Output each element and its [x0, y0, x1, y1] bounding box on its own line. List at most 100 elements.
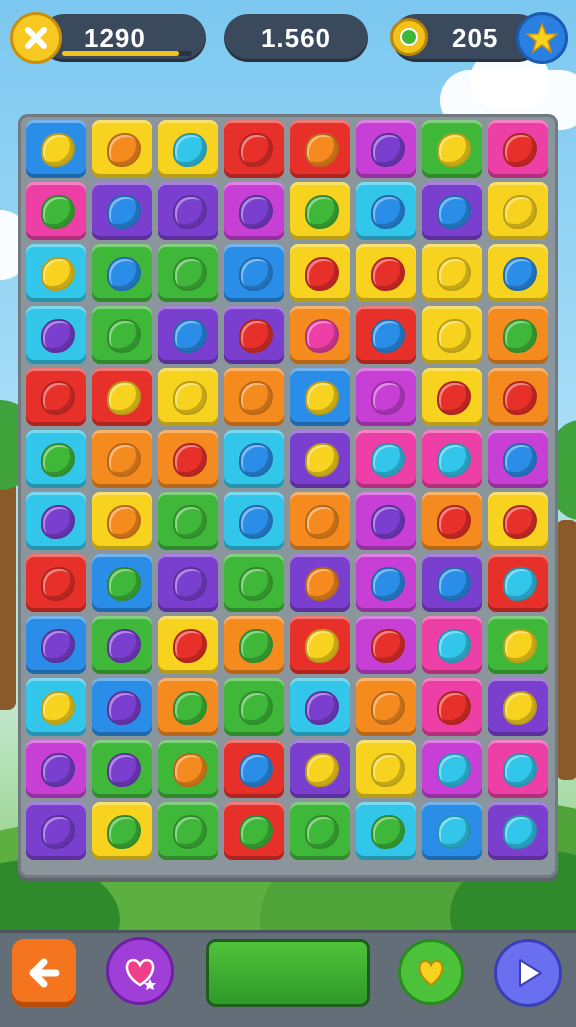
board-tile[interactable] — [422, 492, 482, 550]
star-button[interactable] — [516, 12, 568, 64]
board-tile[interactable] — [224, 182, 284, 240]
board-tile[interactable] — [290, 802, 350, 860]
board-tile[interactable] — [92, 430, 152, 488]
board-tile[interactable] — [26, 368, 86, 426]
board-tile[interactable] — [422, 182, 482, 240]
board-tile[interactable] — [92, 492, 152, 550]
board-tile[interactable] — [224, 616, 284, 674]
board-tile[interactable] — [26, 492, 86, 550]
board-tile[interactable] — [356, 740, 416, 798]
board-tile[interactable] — [92, 368, 152, 426]
board-tile[interactable] — [422, 740, 482, 798]
back-button[interactable] — [12, 939, 76, 1007]
board-tile[interactable] — [158, 306, 218, 364]
board-tile[interactable] — [26, 616, 86, 674]
board-tile[interactable] — [290, 492, 350, 550]
board-tile[interactable] — [290, 368, 350, 426]
board-tile[interactable] — [488, 120, 548, 178]
board-tile[interactable] — [26, 554, 86, 612]
board-tile[interactable] — [92, 678, 152, 736]
board-tile[interactable] — [356, 430, 416, 488]
board-tile[interactable] — [290, 182, 350, 240]
board-tile[interactable] — [158, 616, 218, 674]
board-tile[interactable] — [92, 120, 152, 178]
board-tile[interactable] — [92, 182, 152, 240]
board-tile[interactable] — [158, 182, 218, 240]
board-tile[interactable] — [92, 616, 152, 674]
board-tile[interactable] — [290, 678, 350, 736]
board-tile[interactable] — [422, 678, 482, 736]
board-tile[interactable] — [92, 802, 152, 860]
board-tile[interactable] — [488, 244, 548, 302]
board-tile[interactable] — [488, 554, 548, 612]
board-tile[interactable] — [26, 430, 86, 488]
board-tile[interactable] — [422, 802, 482, 860]
board-tile[interactable] — [290, 616, 350, 674]
board-tile[interactable] — [224, 244, 284, 302]
board-tile[interactable] — [158, 740, 218, 798]
board-tile[interactable] — [224, 430, 284, 488]
board-tile[interactable] — [224, 678, 284, 736]
heart-button[interactable] — [398, 939, 464, 1005]
board-tile[interactable] — [422, 244, 482, 302]
board-tile[interactable] — [92, 740, 152, 798]
board-tile[interactable] — [158, 492, 218, 550]
board-tile[interactable] — [158, 554, 218, 612]
board-tile[interactable] — [488, 430, 548, 488]
booster-button[interactable] — [106, 937, 174, 1005]
board-tile[interactable] — [422, 554, 482, 612]
play-button[interactable] — [494, 939, 562, 1007]
board-tile[interactable] — [290, 120, 350, 178]
board-tile[interactable] — [290, 554, 350, 612]
board-tile[interactable] — [488, 616, 548, 674]
board-tile[interactable] — [224, 740, 284, 798]
board-tile[interactable] — [356, 554, 416, 612]
board-tile[interactable] — [158, 678, 218, 736]
board-tile[interactable] — [422, 368, 482, 426]
board-tile[interactable] — [224, 554, 284, 612]
board-tile[interactable] — [488, 182, 548, 240]
board-tile[interactable] — [356, 678, 416, 736]
board-tile[interactable] — [356, 492, 416, 550]
board-tile[interactable] — [290, 306, 350, 364]
board-tile[interactable] — [26, 120, 86, 178]
board-tile[interactable] — [224, 492, 284, 550]
board-tile[interactable] — [422, 616, 482, 674]
board-tile[interactable] — [26, 802, 86, 860]
board-tile[interactable] — [488, 802, 548, 860]
board-tile[interactable] — [92, 244, 152, 302]
board-tile[interactable] — [290, 740, 350, 798]
board-tile[interactable] — [92, 306, 152, 364]
board-tile[interactable] — [224, 368, 284, 426]
board-tile[interactable] — [158, 244, 218, 302]
board-tile[interactable] — [488, 678, 548, 736]
board-tile[interactable] — [26, 182, 86, 240]
board-tile[interactable] — [356, 802, 416, 860]
board-tile[interactable] — [290, 430, 350, 488]
board-tile[interactable] — [356, 182, 416, 240]
board-tile[interactable] — [224, 802, 284, 860]
board-tile[interactable] — [356, 120, 416, 178]
close-button[interactable] — [10, 12, 62, 64]
board-tile[interactable] — [488, 740, 548, 798]
board-tile[interactable] — [488, 492, 548, 550]
board-tile[interactable] — [488, 368, 548, 426]
board-tile[interactable] — [356, 244, 416, 302]
board-tile[interactable] — [26, 306, 86, 364]
board-tile[interactable] — [488, 306, 548, 364]
board-tile[interactable] — [224, 120, 284, 178]
board-tile[interactable] — [158, 430, 218, 488]
board-tile[interactable] — [26, 678, 86, 736]
board-tile[interactable] — [26, 244, 86, 302]
board-tile[interactable] — [422, 430, 482, 488]
board-tile[interactable] — [356, 306, 416, 364]
board-tile[interactable] — [224, 306, 284, 364]
board-tile[interactable] — [158, 368, 218, 426]
board-tile[interactable] — [92, 554, 152, 612]
board-tile[interactable] — [158, 802, 218, 860]
board-tile[interactable] — [356, 616, 416, 674]
board-tile[interactable] — [422, 306, 482, 364]
board-tile[interactable] — [158, 120, 218, 178]
board-tile[interactable] — [422, 120, 482, 178]
board-tile[interactable] — [356, 368, 416, 426]
